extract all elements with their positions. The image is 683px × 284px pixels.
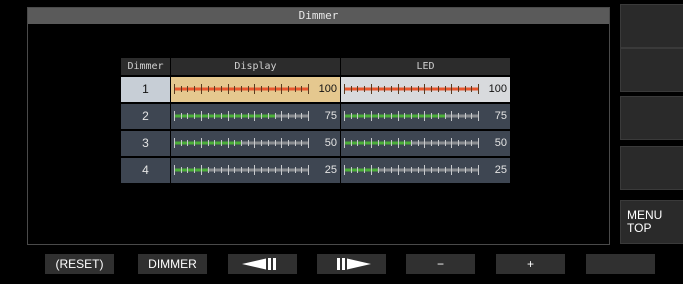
display-level-value: 50 <box>324 137 337 149</box>
display-level-cell[interactable]: 25 <box>171 158 340 183</box>
panel-title: Dimmer <box>28 8 609 24</box>
display-level-value: 75 <box>324 110 337 122</box>
led-level-bar <box>344 111 479 121</box>
dimmer-panel: Dimmer Dimmer Display LED 1 100 100 2 75 <box>27 7 610 245</box>
led-level-cell[interactable]: 25 <box>341 158 510 183</box>
dimmer-number[interactable]: 4 <box>121 158 170 183</box>
dimmer-row-3[interactable]: 3 50 50 <box>121 131 511 156</box>
dimmer-number[interactable]: 1 <box>121 77 170 102</box>
level-fill <box>174 168 208 172</box>
display-level-bar <box>174 165 309 175</box>
led-level-cell[interactable]: 50 <box>341 131 510 156</box>
led-level-value: 100 <box>488 83 507 95</box>
column-header-display: Display <box>171 58 340 75</box>
dimmer-row-2[interactable]: 2 75 75 <box>121 104 511 129</box>
display-level-value: 25 <box>324 164 337 176</box>
side-key-1[interactable] <box>620 4 683 48</box>
display-level-value: 100 <box>318 83 337 95</box>
column-header-led: LED <box>341 58 510 75</box>
level-fill <box>174 141 242 145</box>
dimmer-number[interactable]: 2 <box>121 104 170 129</box>
display-level-bar <box>174 138 309 148</box>
increase-button[interactable]: + <box>496 254 565 274</box>
dimmer-button[interactable]: DIMMER <box>138 254 207 274</box>
led-level-bar <box>344 138 479 148</box>
display-level-cell[interactable]: 75 <box>171 104 340 129</box>
blank-soft-key[interactable] <box>586 254 655 274</box>
dimmer-row-1[interactable]: 1 100 100 <box>121 77 511 102</box>
level-fill <box>344 141 412 145</box>
level-fill <box>344 114 446 118</box>
select-right-button[interactable] <box>317 254 386 274</box>
arrow-left-bar-icon <box>242 258 276 270</box>
side-key-3[interactable] <box>620 96 683 140</box>
led-level-value: 25 <box>494 164 507 176</box>
display-level-bar <box>174 84 309 94</box>
display-level-cell[interactable]: 50 <box>171 131 340 156</box>
reset-button[interactable]: (RESET) <box>45 254 114 274</box>
led-level-bar <box>344 84 479 94</box>
dimmer-row-4[interactable]: 4 25 25 <box>121 158 511 183</box>
display-level-bar <box>174 111 309 121</box>
led-level-cell[interactable]: 75 <box>341 104 510 129</box>
led-level-cell[interactable]: 100 <box>341 77 510 102</box>
side-key-2[interactable] <box>620 48 683 92</box>
decrease-button[interactable]: − <box>406 254 475 274</box>
select-left-button[interactable] <box>228 254 297 274</box>
side-key-4[interactable] <box>620 146 683 190</box>
display-level-cell[interactable]: 100 <box>171 77 340 102</box>
column-header-dimmer: Dimmer <box>121 58 170 75</box>
led-level-bar <box>344 165 479 175</box>
led-level-value: 75 <box>494 110 507 122</box>
level-fill <box>174 114 276 118</box>
arrow-right-bar-icon <box>337 258 371 270</box>
dimmer-number[interactable]: 3 <box>121 131 170 156</box>
menu-top-button[interactable]: MENU TOP <box>620 200 683 244</box>
led-level-value: 50 <box>494 137 507 149</box>
level-fill <box>344 168 378 172</box>
